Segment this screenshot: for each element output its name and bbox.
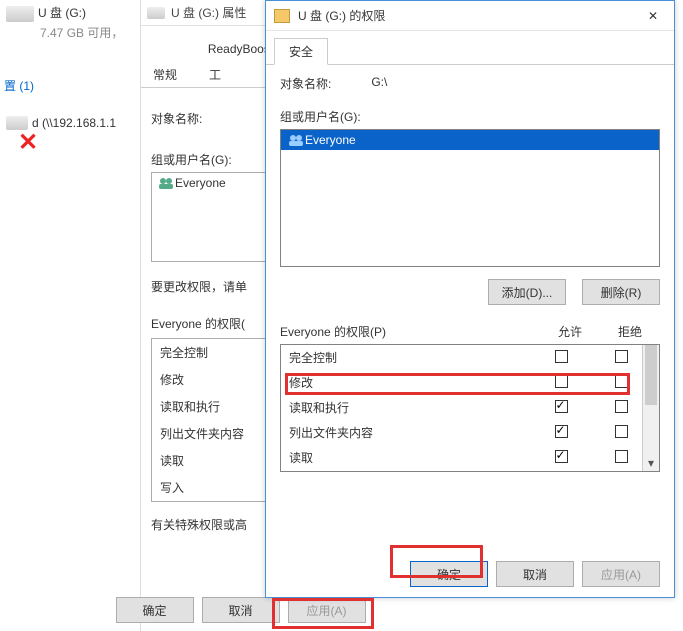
- folder-icon: [274, 9, 290, 23]
- allow-header: 允许: [540, 323, 600, 340]
- perm-for-label: Everyone 的权限(P): [280, 323, 540, 340]
- perm-name: 列出文件夹内容: [289, 424, 531, 441]
- perm-row: 读取和执行: [281, 395, 659, 420]
- deny-checkbox[interactable]: [615, 375, 628, 388]
- perm-row: 完全控制: [281, 345, 659, 370]
- permissions-titlebar[interactable]: U 盘 (G:) 的权限 ✕: [266, 1, 674, 31]
- deny-checkbox[interactable]: [615, 425, 628, 438]
- disconnected-icon: ✕: [18, 128, 38, 157]
- perm-name: 完全控制: [289, 349, 531, 366]
- apply-button[interactable]: 应用(A): [288, 597, 366, 623]
- perm-name: 读取和执行: [289, 399, 531, 416]
- tab-general[interactable]: 常规: [147, 62, 183, 87]
- permissions-table: 完全控制修改读取和执行列出文件夹内容读取 ▾: [280, 344, 660, 472]
- allow-checkbox[interactable]: [555, 425, 568, 438]
- deny-checkbox[interactable]: [615, 350, 628, 363]
- group-icon: [287, 133, 305, 147]
- allow-checkbox[interactable]: [555, 400, 568, 413]
- drive-size-text: 7.47 GB 可用，: [40, 24, 134, 41]
- groups-label: 组或用户名(G):: [280, 108, 660, 125]
- drive-name[interactable]: U 盘 (G:): [6, 4, 134, 22]
- remove-button[interactable]: 删除(R): [582, 279, 660, 305]
- ok-button[interactable]: 确定: [410, 561, 488, 587]
- cancel-button[interactable]: 取消: [496, 561, 574, 587]
- perm-name: 读取: [289, 449, 531, 466]
- list-item[interactable]: Everyone: [281, 130, 659, 150]
- object-name-value: G:\: [371, 75, 387, 92]
- perm-row: 修改: [281, 370, 659, 395]
- deny-header: 拒绝: [600, 323, 660, 340]
- deny-checkbox[interactable]: [615, 400, 628, 413]
- allow-checkbox[interactable]: [555, 375, 568, 388]
- tab-tools[interactable]: 工: [203, 62, 227, 87]
- permissions-title: U 盘 (G:) 的权限: [298, 7, 636, 24]
- apply-button[interactable]: 应用(A): [582, 561, 660, 587]
- permissions-dialog: U 盘 (G:) 的权限 ✕ 安全 对象名称: G:\ 组或用户名(G): Ev…: [265, 0, 675, 598]
- object-name-label: 对象名称:: [280, 75, 331, 92]
- perm-row: 列出文件夹内容: [281, 420, 659, 445]
- add-button[interactable]: 添加(D)...: [488, 279, 566, 305]
- scrollbar[interactable]: ▾: [642, 345, 659, 471]
- allow-checkbox[interactable]: [555, 450, 568, 463]
- drive-icon: [6, 6, 34, 22]
- groups-listbox[interactable]: Everyone: [280, 129, 660, 267]
- allow-checkbox[interactable]: [555, 350, 568, 363]
- deny-checkbox[interactable]: [615, 450, 628, 463]
- tab-security[interactable]: 安全: [274, 38, 328, 65]
- location-count[interactable]: 置 (1): [0, 75, 140, 96]
- perm-row: 读取: [281, 445, 659, 470]
- scrollbar-thumb[interactable]: [645, 345, 657, 405]
- group-icon: [157, 176, 175, 190]
- drive-icon: [147, 7, 165, 19]
- scroll-down-icon[interactable]: ▾: [643, 454, 659, 471]
- perm-name: 修改: [289, 374, 531, 391]
- ok-button[interactable]: 确定: [116, 597, 194, 623]
- properties-title: U 盘 (G:) 属性: [171, 4, 246, 21]
- cancel-button[interactable]: 取消: [202, 597, 280, 623]
- close-button[interactable]: ✕: [636, 5, 670, 27]
